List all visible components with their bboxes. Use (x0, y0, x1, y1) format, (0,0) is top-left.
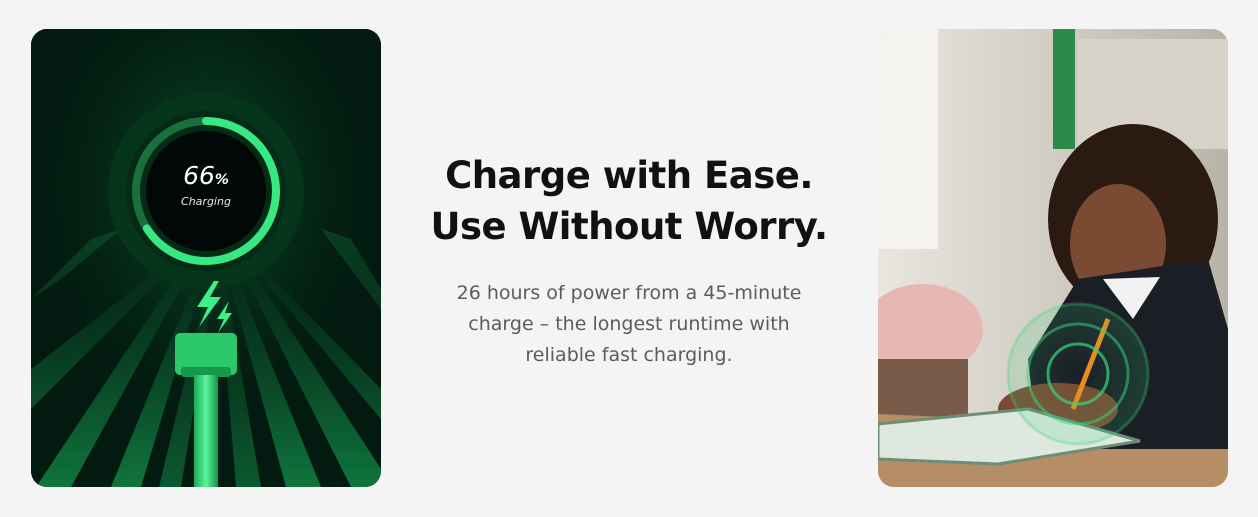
feature-banner: 66% Charging Charge with Ease. Use Witho… (0, 0, 1258, 517)
charging-illustration-graphic (31, 29, 381, 487)
description-line-2: charge – the longest runtime with (468, 313, 790, 335)
battery-percentage: 66% (183, 161, 229, 190)
description-line-1: 26 hours of power from a 45-minute (456, 282, 802, 304)
charging-status: Charging (181, 195, 231, 208)
student-using-tablet-photo (878, 29, 1228, 487)
hero-copy: Charge with Ease. Use Without Worry. 26 … (418, 150, 840, 371)
headline-line-2: Use Without Worry. (430, 205, 828, 248)
description-line-3: reliable fast charging. (525, 344, 733, 366)
charging-illustration: 66% Charging (31, 29, 381, 487)
headline: Charge with Ease. Use Without Worry. (418, 150, 840, 252)
student-photo-graphic (878, 29, 1228, 487)
headline-line-1: Charge with Ease. (445, 154, 813, 197)
description: 26 hours of power from a 45-minute charg… (418, 278, 840, 371)
